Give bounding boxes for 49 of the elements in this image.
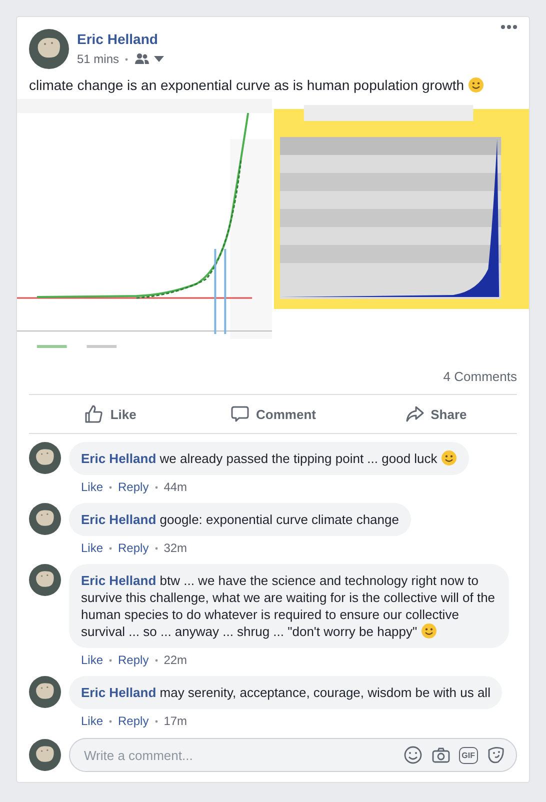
reply-link[interactable]: Reply xyxy=(118,653,149,667)
share-arrow-icon xyxy=(404,404,425,424)
separator-dot xyxy=(109,658,112,662)
like-link[interactable]: Like xyxy=(81,653,104,667)
caret-icon[interactable] xyxy=(154,56,164,62)
comment-time[interactable]: 22m xyxy=(164,653,188,667)
separator-dot xyxy=(154,658,158,662)
camera-icon[interactable] xyxy=(430,745,451,765)
comment-time[interactable]: 44m xyxy=(164,480,188,494)
post-text: climate change is an exponential curve as is human population growth xyxy=(29,77,464,93)
separator-dot xyxy=(109,720,112,722)
emoji-icon[interactable] xyxy=(402,745,423,765)
share-button[interactable]: Share xyxy=(354,397,518,431)
more-options-icon[interactable] xyxy=(501,25,517,29)
reply-link[interactable]: Reply xyxy=(118,714,149,728)
comment-bubble: Eric Helland btw ... we have the science and technology right now to survive this challenge, what we are waiting for is the collective will of the human species to do whatever is required to ensure our collective survival ... so ... anyway ... shrug ... "don't worry be happy" xyxy=(69,564,509,648)
like-link[interactable]: Like xyxy=(81,541,104,555)
avatar[interactable] xyxy=(29,442,61,474)
separator-dot xyxy=(154,546,158,550)
author-name[interactable]: Eric Helland xyxy=(77,31,493,47)
separator-dot xyxy=(154,486,158,488)
avatar[interactable] xyxy=(29,739,61,771)
separator-dot xyxy=(125,58,128,60)
avatar[interactable] xyxy=(29,676,61,708)
comment-button[interactable]: Comment xyxy=(192,397,354,431)
comment-bubble: Eric Helland google: exponential curve climate change xyxy=(69,503,411,536)
avatar[interactable] xyxy=(29,564,61,596)
comment-time[interactable]: 17m xyxy=(164,714,188,728)
avatar[interactable] xyxy=(29,29,69,69)
like-button[interactable]: Like xyxy=(29,397,192,431)
sticker-icon[interactable] xyxy=(486,745,506,765)
speech-bubble-icon xyxy=(230,404,250,424)
thumbs-up-icon xyxy=(84,404,104,424)
comment-time[interactable]: 32m xyxy=(164,541,188,555)
comment-field[interactable]: Write a comment... GIF xyxy=(69,738,517,772)
comment-bubble: Eric Helland may serenity, acceptance, courage, wisdom be with us all xyxy=(69,676,502,709)
separator-dot xyxy=(154,720,158,722)
like-link[interactable]: Like xyxy=(81,714,104,728)
reply-link[interactable]: Reply xyxy=(118,480,149,494)
avatar[interactable] xyxy=(29,503,61,535)
like-link[interactable]: Like xyxy=(81,480,104,494)
comment-bubble: Eric Helland we already passed the tipping point ... good luck xyxy=(69,442,469,475)
friends-icon[interactable] xyxy=(134,51,150,67)
post-time[interactable]: 51 mins xyxy=(77,52,120,66)
separator-dot xyxy=(109,486,112,488)
gif-button[interactable]: GIF xyxy=(458,746,478,764)
separator-dot xyxy=(109,546,112,550)
comment-count[interactable]: 4 Comments xyxy=(443,369,517,384)
reply-link[interactable]: Reply xyxy=(118,541,149,555)
